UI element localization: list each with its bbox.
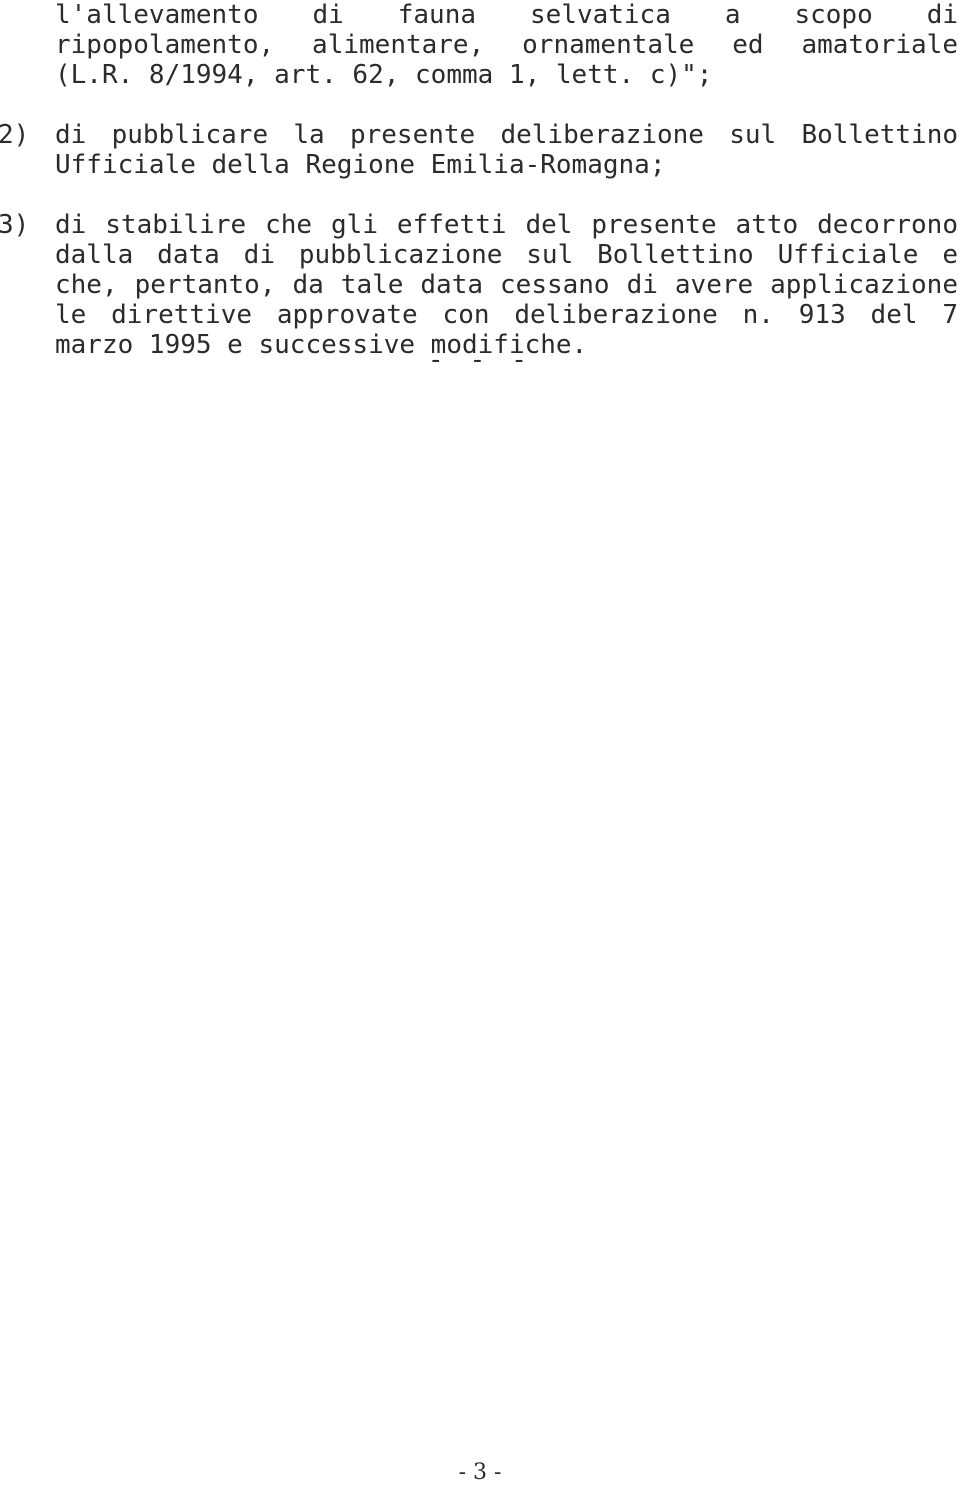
text-line: (L.R. 8/1994, art. 62, comma 1, lett. c)…	[55, 60, 713, 90]
list-marker: 3)	[0, 210, 30, 240]
section-separator: - - -	[427, 345, 533, 375]
text-line: di pubblicare la presente deliberazione …	[55, 120, 958, 150]
text-line: l'allevamento di fauna selvatica a scopo…	[55, 0, 958, 30]
list-item-3: 3) di stabilire che gli effetti del pres…	[0, 210, 958, 360]
paragraph-continuation: l'allevamento di fauna selvatica a scopo…	[55, 0, 958, 90]
text-line: dalla data di pubblicazione sul Bolletti…	[55, 240, 958, 270]
page-number-footer: - 3 -	[458, 1460, 502, 1485]
list-marker: 2)	[0, 120, 30, 150]
text-line: che, pertanto, da tale data cessano di a…	[55, 270, 958, 300]
text-line: le direttive approvate con deliberazione…	[55, 300, 958, 330]
text-line: Ufficiale della Regione Emilia-Romagna;	[55, 150, 666, 180]
text-line: di stabilire che gli effetti del present…	[55, 210, 958, 240]
document-page: l'allevamento di fauna selvatica a scopo…	[0, 0, 960, 1492]
document-body: l'allevamento di fauna selvatica a scopo…	[0, 0, 960, 360]
text-line: ripopolamento, alimentare, ornamentale e…	[55, 30, 958, 60]
list-item-2: 2) di pubblicare la presente deliberazio…	[0, 120, 958, 180]
